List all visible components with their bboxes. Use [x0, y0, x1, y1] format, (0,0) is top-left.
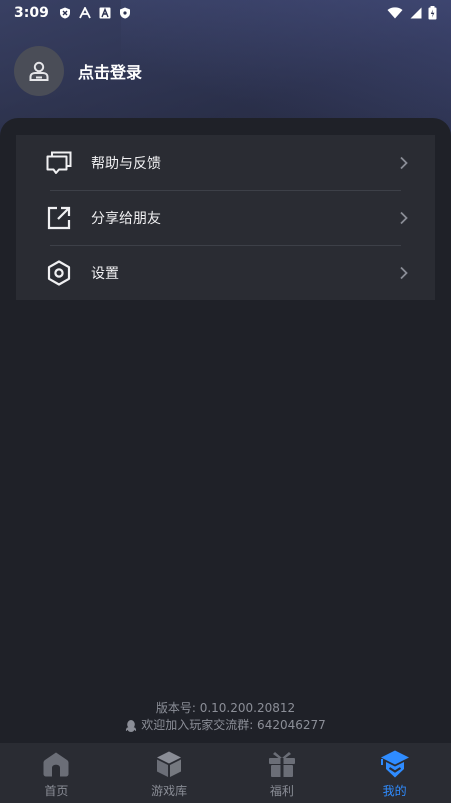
shield-icon — [119, 7, 130, 19]
qq-icon — [126, 719, 137, 732]
battery-icon — [428, 6, 437, 20]
tab-welfare[interactable]: 福利 — [226, 743, 339, 803]
app-a-box-icon — [99, 7, 111, 19]
app-info: 版本号: 0.10.200.20812 欢迎加入玩家交流群: 642046277 — [0, 700, 451, 734]
menu-item-settings[interactable]: 设置 — [16, 245, 435, 300]
menu-label-settings: 设置 — [91, 265, 119, 282]
bottom-tab-bar: 首页 游戏库 福利 我的 — [0, 743, 451, 803]
shield-x-icon — [59, 7, 70, 19]
tab-home[interactable]: 首页 — [0, 743, 113, 803]
tab-label-game-library: 游戏库 — [151, 784, 188, 798]
version-text: 版本号: 0.10.200.20812 — [155, 701, 296, 715]
gift-icon — [267, 749, 297, 779]
avatar[interactable] — [14, 46, 64, 96]
player-group-row: 欢迎加入玩家交流群: 642046277 — [0, 717, 451, 734]
game-library-icon — [154, 749, 184, 779]
tab-label-home: 首页 — [44, 784, 69, 798]
login-area[interactable]: 点击登录 — [14, 46, 142, 96]
status-bar: 3:09 — [0, 0, 451, 26]
share-icon — [46, 205, 72, 231]
menu-item-share[interactable]: 分享给朋友 — [16, 190, 435, 245]
player-group-text: 欢迎加入玩家交流群: 642046277 — [141, 718, 326, 732]
menu-item-help-feedback[interactable]: 帮助与反馈 — [16, 135, 435, 190]
home-icon — [41, 749, 71, 779]
user-icon — [29, 61, 49, 81]
settings-icon — [46, 259, 72, 286]
signal-icon — [410, 7, 422, 19]
tab-label-welfare: 福利 — [269, 784, 294, 798]
feedback-icon — [46, 150, 72, 176]
menu-label-share: 分享给朋友 — [91, 210, 161, 227]
chevron-right-icon — [400, 266, 408, 279]
app-a-icon — [79, 7, 91, 19]
chevron-right-icon — [400, 211, 408, 224]
tab-game-library[interactable]: 游戏库 — [113, 743, 226, 803]
tab-mine[interactable]: 我的 — [338, 743, 451, 803]
menu-label-help-feedback: 帮助与反馈 — [91, 155, 161, 172]
login-label[interactable]: 点击登录 — [78, 59, 142, 83]
wifi-icon — [387, 7, 403, 19]
menu-card: 帮助与反馈 分享给朋友 设置 — [16, 135, 435, 300]
profile-icon — [380, 749, 410, 779]
status-time: 3:09 — [14, 5, 49, 21]
tab-label-mine: 我的 — [382, 784, 407, 798]
chevron-right-icon — [400, 156, 408, 169]
